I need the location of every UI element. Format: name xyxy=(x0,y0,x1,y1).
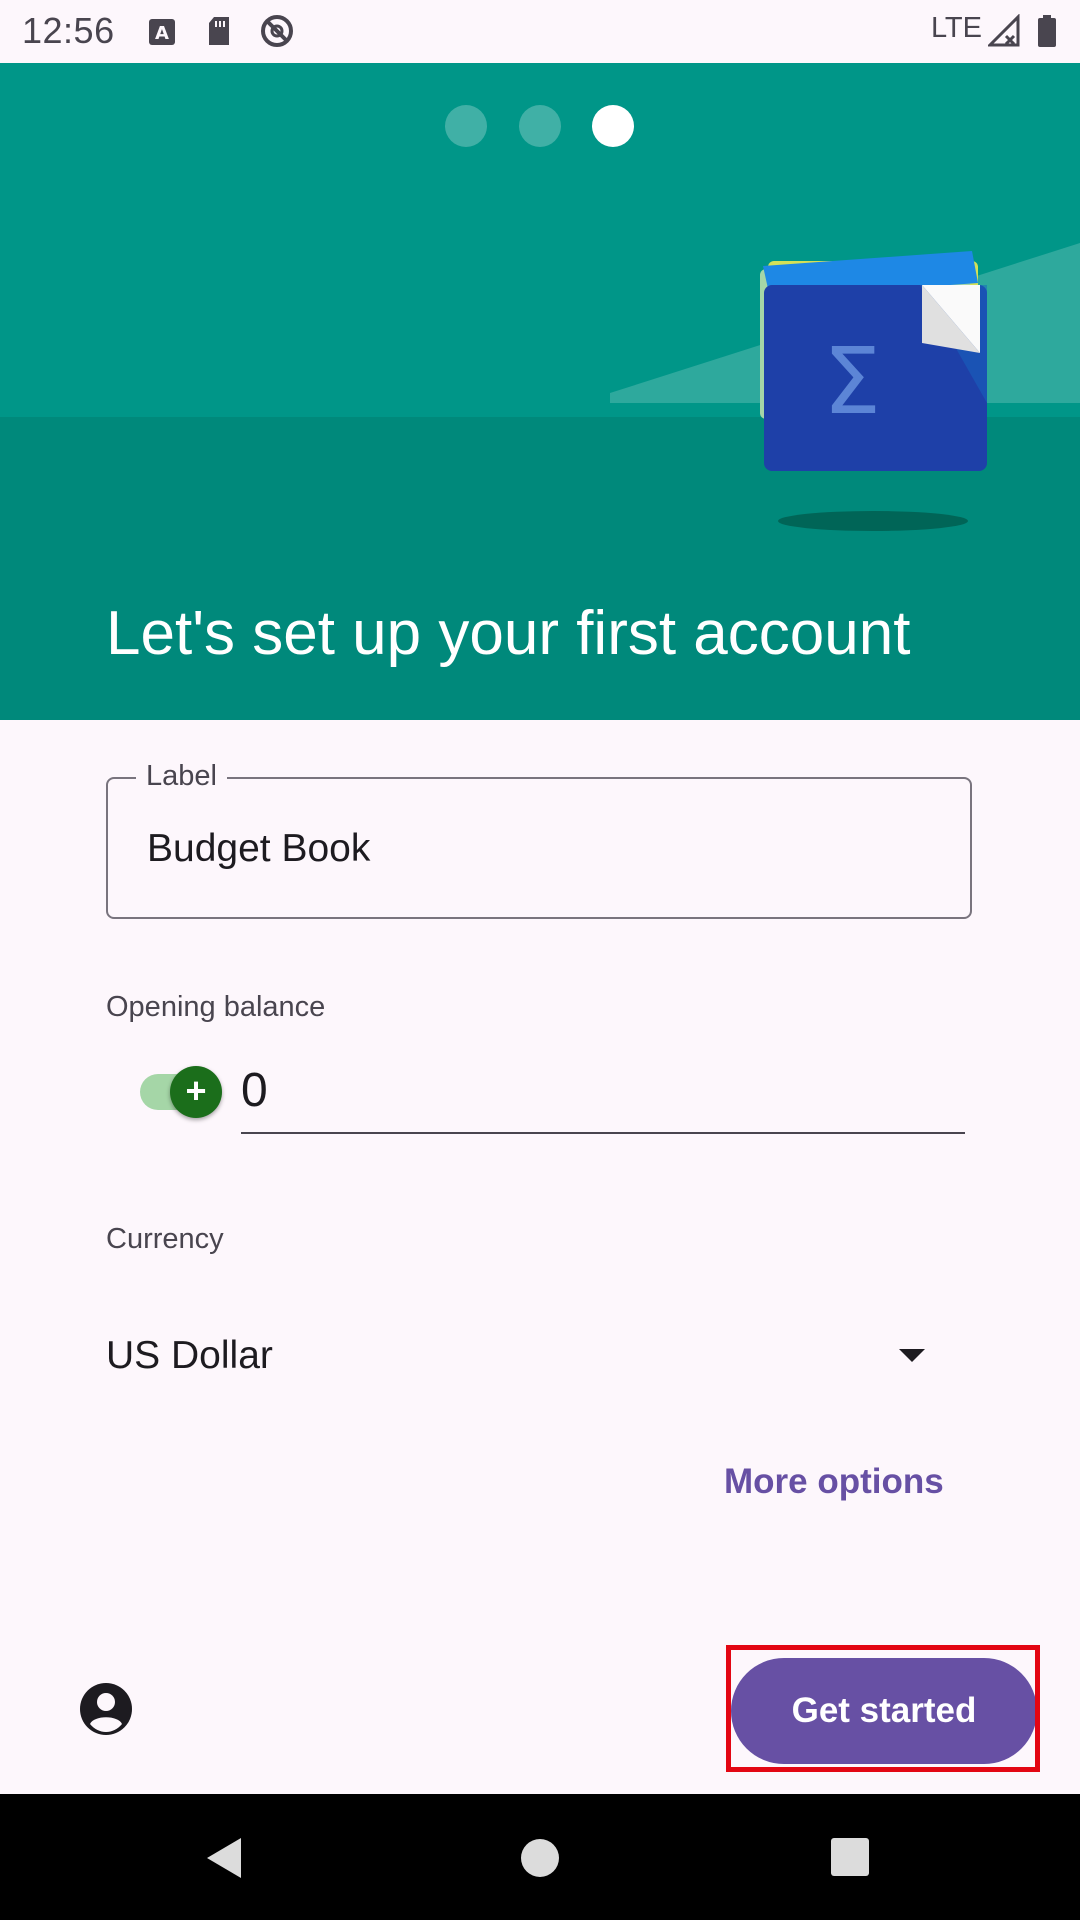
balance-input-underline xyxy=(241,1132,965,1134)
svg-text:Σ: Σ xyxy=(823,328,881,435)
back-icon[interactable] xyxy=(205,1836,245,1880)
battery-icon xyxy=(1038,15,1056,47)
keyboard-a-icon: A xyxy=(149,19,175,45)
opening-balance-label: Opening balance xyxy=(106,991,326,1023)
svg-text:A: A xyxy=(155,23,169,44)
dropdown-arrow-icon[interactable] xyxy=(899,1349,925,1362)
signal-icon xyxy=(988,14,1020,47)
do-not-disturb-icon xyxy=(261,15,293,47)
page-title: Let's set up your first account xyxy=(106,599,911,668)
page-dot-3-active xyxy=(592,105,634,147)
network-type: LTE xyxy=(930,12,982,44)
page-dot-1 xyxy=(445,105,487,147)
highlight-box xyxy=(726,1645,1040,1772)
sd-card-icon xyxy=(209,17,229,45)
wallet-illustration-icon: Σ xyxy=(610,243,1080,531)
label-field-label: Label xyxy=(136,760,227,793)
onboarding-header: Σ Let's set up your first account xyxy=(0,63,1080,720)
status-bar: 12:56 A LTE xyxy=(0,0,1080,63)
page-dot-2 xyxy=(519,105,561,147)
account-circle-icon[interactable] xyxy=(79,1682,133,1736)
opening-balance-input[interactable]: 0 xyxy=(241,1063,268,1118)
navigation-bar xyxy=(0,1794,1080,1920)
currency-label: Currency xyxy=(106,1223,224,1255)
more-options-button[interactable]: More options xyxy=(724,1462,944,1502)
recents-icon[interactable] xyxy=(830,1837,870,1877)
label-input-value[interactable]: Budget Book xyxy=(147,827,370,871)
currency-selected-value[interactable]: US Dollar xyxy=(106,1334,273,1378)
plus-icon[interactable]: + xyxy=(170,1066,222,1118)
home-icon[interactable] xyxy=(520,1838,560,1878)
status-time: 12:56 xyxy=(22,10,115,51)
page-indicator xyxy=(0,105,1080,149)
